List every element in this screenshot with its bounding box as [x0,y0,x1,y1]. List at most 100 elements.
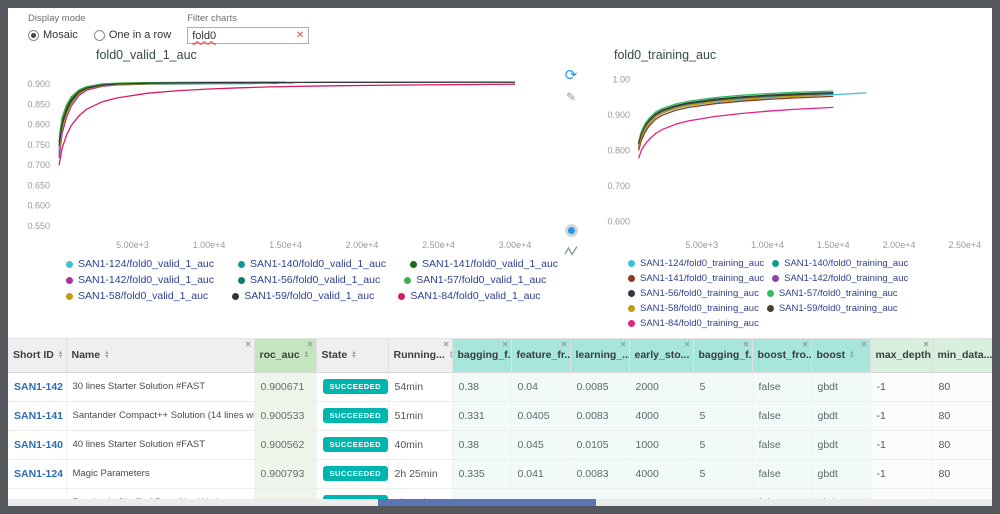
column-header-bagging-f[interactable]: bagging_f...▲▼✕ [693,339,753,373]
radio-button-icon[interactable] [28,29,39,41]
legend-item-san1-58-fold0-training-auc[interactable]: SAN1-58/fold0_training_auc [628,303,759,314]
sort-icon[interactable]: ▲▼ [104,350,109,360]
series-line-san1-124-fold0-training-auc[interactable] [637,92,867,149]
column-header-running[interactable]: Running...▲▼✕ [388,339,453,373]
cell-learning: 0.0105 [570,430,630,460]
column-header-feature-fr[interactable]: feature_fr...▲▼✕ [511,339,571,373]
column-header-short-id[interactable]: Short ID ▲ ▼ [8,339,67,373]
legend-dot-icon [628,260,635,267]
remove-column-icon[interactable]: ✕ [861,340,868,349]
legend-item-san1-140-fold0-training-auc[interactable]: SAN1-140/fold0_training_auc [772,258,908,269]
cell-boost: gbdt [811,372,871,402]
series-line-san1-142-fold0-valid-1-auc[interactable] [58,82,278,158]
table-row[interactable]: SAN1-140 40 lines Starter Solution #FAST 0… [8,430,992,460]
column-header-max-depth[interactable]: max_depth▲▼✕ [870,339,933,373]
series-line-san1-124-fold0-valid-1-auc[interactable] [58,82,294,152]
remove-column-icon[interactable]: ✕ [502,340,509,349]
sort-icon[interactable]: ▲▼ [849,350,854,360]
column-header-state[interactable]: State ▲ ▼ [316,339,389,373]
legend-item-san1-140-fold0-valid-1-auc[interactable]: SAN1-140/fold0_valid_1_auc [238,258,386,270]
filter-charts-value[interactable]: fold0 [192,30,216,42]
remove-column-icon[interactable]: ✕ [561,340,568,349]
horizontal-scrollbar-thumb[interactable] [378,499,596,506]
legend-item-san1-56-fold0-valid-1-auc[interactable]: SAN1-56/fold0_valid_1_auc [238,274,380,286]
legend-item-san1-141-fold0-valid-1-auc[interactable]: SAN1-141/fold0_valid_1_auc [410,258,558,270]
remove-column-icon[interactable]: ✕ [620,340,627,349]
legend-item-san1-84-fold0-valid-1-auc[interactable]: SAN1-84/fold0_valid_1_auc [398,290,541,302]
remove-column-icon[interactable]: ✕ [991,340,992,349]
pencil-icon[interactable]: ✎ [566,91,576,103]
sort-icon[interactable]: ▲▼ [304,350,309,360]
sparkline-icon[interactable] [564,245,578,256]
legend-item-san1-56-fold0-training-auc[interactable]: SAN1-56/fold0_training_auc [628,288,759,299]
run-id-link[interactable]: SAN1-142 [14,381,63,393]
horizontal-scrollbar[interactable] [8,499,992,506]
remove-column-icon[interactable]: ✕ [443,340,450,349]
series-line-san1-141-fold0-training-auc[interactable] [637,95,834,151]
legend-item-san1-124-fold0-training-auc[interactable]: SAN1-124/fold0_training_auc [628,258,764,269]
cell-running: 54min [388,372,453,402]
refresh-icon[interactable]: ⟳ [565,68,578,83]
x-tick-label: 2.00e+4 [883,240,916,250]
legend-item-san1-124-fold0-valid-1-auc[interactable]: SAN1-124/fold0_valid_1_auc [66,258,214,270]
filter-charts-input[interactable]: fold0 ✕ [187,27,310,44]
column-header-bagging-f[interactable]: bagging_f...▲▼✕ [452,339,512,373]
remove-column-icon[interactable]: ✕ [245,340,252,349]
series-line-san1-140-fold0-valid-1-auc[interactable] [58,82,255,155]
run-id-link[interactable]: SAN1-124 [14,468,63,480]
column-header-min-data[interactable]: min_data...▲▼✕ [932,339,992,373]
remove-column-icon[interactable]: ✕ [684,340,691,349]
series-line-san1-58-fold0-valid-1-auc[interactable] [58,82,271,151]
series-line-san1-84-fold0-training-auc[interactable] [637,106,834,159]
cell-boost: gbdt [811,459,871,489]
radio-one-in-a-row[interactable]: One in a row [93,29,171,41]
column-header-boost-fro[interactable]: boost_fro...▲▼✕ [752,339,812,373]
locate-icon[interactable] [564,224,578,237]
legend-item-san1-84-fold0-training-auc[interactable]: SAN1-84/fold0_training_auc [628,318,759,329]
cell-state: SUCCEEDED [316,401,389,431]
series-line-san1-59-fold0-valid-1-auc[interactable] [58,81,515,146]
series-line-san1-57-fold0-valid-1-auc[interactable] [58,81,271,138]
legend-item-san1-59-fold0-valid-1-auc[interactable]: SAN1-59/fold0_valid_1_auc [232,290,374,302]
cell-name: Magic Parameters [66,459,255,489]
radio-button-icon[interactable] [93,29,105,41]
legend-item-san1-58-fold0-valid-1-auc[interactable]: SAN1-58/fold0_valid_1_auc [66,290,208,302]
remove-column-icon[interactable]: ✕ [802,340,809,349]
series-line-san1-56-fold0-valid-1-auc[interactable] [58,82,263,149]
legend-label: SAN1-84/fold0_valid_1_auc [410,290,541,302]
legend-item-san1-141-fold0-training-auc[interactable]: SAN1-141/fold0_training_auc [628,273,764,284]
column-header-name[interactable]: Name ▲ ▼ ✕ [66,339,255,373]
remove-column-icon[interactable]: ✕ [923,340,930,349]
series-line-san1-59-fold0-training-auc[interactable] [637,92,834,145]
chart-plot-area[interactable]: 1.00 0.900 0.800 0.700 0.600 5.00e+3 1.00e+4 1.… [588,66,988,254]
radio-mosaic[interactable]: Mosaic [28,29,78,41]
table-row[interactable]: SAN1-141 Santander Compact++ Solution (14… [8,401,992,431]
cell-bagging-f: 0.38 [452,430,512,460]
run-id-link[interactable]: SAN1-141 [14,410,63,422]
legend-item-san1-57-fold0-training-auc[interactable]: SAN1-57/fold0_training_auc [766,288,898,299]
column-header-boost[interactable]: boost ▲ ▼ ✕ [811,339,871,373]
y-tick-label: 0.700 [27,160,50,170]
column-header-roc-auc[interactable]: roc_auc ▲ ▼ ✕ [254,339,317,373]
remove-column-icon[interactable]: ✕ [307,340,314,349]
table-row[interactable]: SAN1-124 Magic Parameters 0.900793 SUCCEEDE… [8,459,992,489]
remove-column-icon[interactable]: ✕ [743,340,750,349]
legend-item-san1-57-fold0-valid-1-auc[interactable]: SAN1-57/fold0_valid_1_auc [404,274,546,286]
clear-filter-icon[interactable]: ✕ [296,30,304,41]
legend-label: SAN1-57/fold0_training_auc [778,288,898,299]
legend-item-san1-142-fold0-training-auc[interactable]: SAN1-142/fold0_training_auc [772,273,908,284]
legend-item-san1-142-fold0-valid-1-auc[interactable]: SAN1-142/fold0_valid_1_auc [66,274,214,286]
series-line-san1-58-fold0-training-auc[interactable] [637,94,821,148]
charts-panel: fold0_valid_1_auc 0.900 0.850 0.800 0.750 0.… [8,46,992,338]
sort-icon[interactable]: ▲▼ [351,350,356,360]
column-header-learning[interactable]: learning_...▲▼✕ [570,339,630,373]
x-tick-label: 1.00e+4 [751,240,784,250]
sort-icon[interactable]: ▲▼ [58,350,63,360]
series-line-san1-84-fold0-valid-1-auc[interactable] [58,83,516,166]
chart-plot-area[interactable]: 0.900 0.850 0.800 0.750 0.700 0.650 0.600 0.550… [8,66,548,254]
table-row[interactable]: SAN1-142 30 lines Starter Solution #FAST 0… [8,372,992,402]
column-header-early-sto[interactable]: early_sto...▲▼✕ [629,339,694,373]
legend-item-san1-59-fold0-training-auc[interactable]: SAN1-59/fold0_training_auc [766,303,898,314]
run-id-link[interactable]: SAN1-140 [14,439,63,451]
cell-learning: 0.0083 [570,459,630,489]
